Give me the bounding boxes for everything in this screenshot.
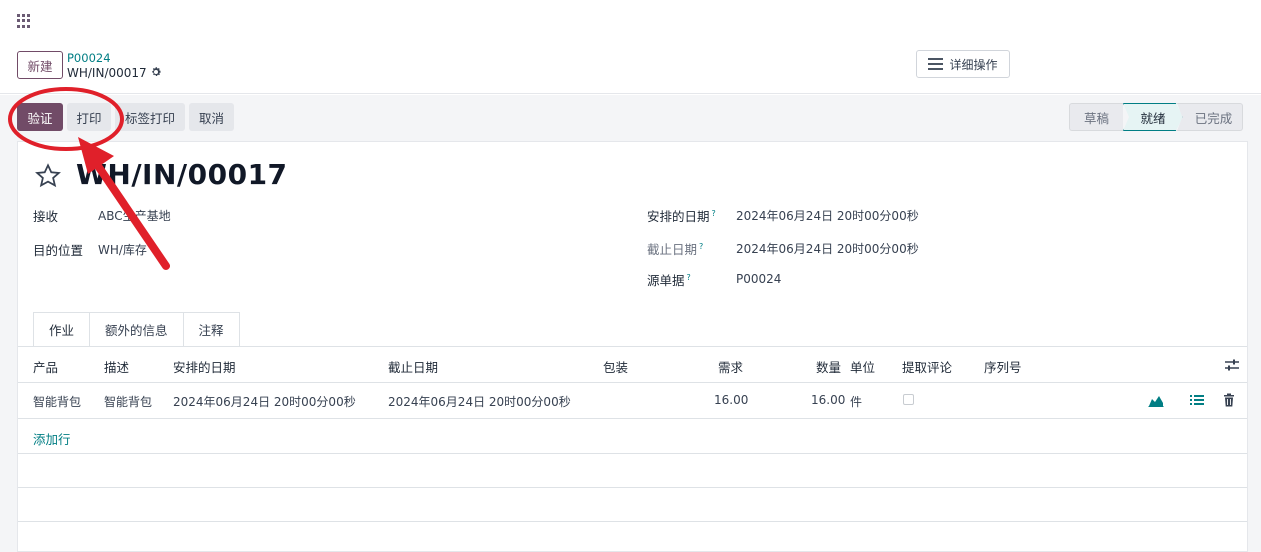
tab-divider [18,346,1247,347]
apps-grid-icon[interactable] [17,14,31,28]
field-label-scheduled-date: 安排的日期? [647,206,716,225]
status-bar: 验证 打印 标签打印 取消 草稿 就绪 已完成 [0,95,1261,139]
cell-scheduled[interactable]: 2024年06月24日 20时00分00秒 [173,393,356,410]
field-label-source-doc: 源单据? [647,270,691,289]
help-icon[interactable]: ? [687,273,691,282]
header-divider [18,382,1247,383]
field-label-deadline: 截止日期? [647,239,703,258]
control-panel: 新建 P00024 WH/IN/00017 详细操作 [0,42,1261,94]
deadline-label: 截止日期 [647,242,698,257]
col-header-demand[interactable]: 需求 [718,357,743,376]
stage-pipeline: 草稿 就绪 已完成 [1069,103,1243,131]
add-line-link[interactable]: 添加行 [33,429,71,448]
row-divider [18,487,1247,488]
col-header-product[interactable]: 产品 [33,357,58,376]
gear-icon[interactable] [150,66,162,78]
forecast-chart-icon[interactable] [1148,393,1164,407]
star-icon[interactable] [34,162,62,190]
field-value-scheduled-date[interactable]: 2024年06月24日 20时00分00秒 [736,207,919,224]
stage-draft[interactable]: 草稿 [1069,103,1123,131]
actions-button[interactable]: 详细操作 [916,50,1010,78]
field-value-source-doc[interactable]: P00024 [736,272,781,286]
row-divider [18,418,1247,419]
stage-done[interactable]: 已完成 [1177,103,1243,131]
cell-description[interactable]: 智能背包 [104,393,152,410]
field-value-deadline[interactable]: 2024年06月24日 20时00分00秒 [736,240,919,257]
col-header-packaging[interactable]: 包装 [603,357,628,376]
field-label-partner: 接收 [33,209,59,224]
detailed-operations-icon[interactable] [1189,393,1205,407]
row-divider [18,453,1247,454]
notebook-tabs: 作业 额外的信息 注释 [33,312,240,346]
col-header-uom[interactable]: 单位 [850,357,875,376]
col-header-deadline[interactable]: 截止日期 [388,357,438,376]
actions-button-label: 详细操作 [949,57,998,72]
col-header-serial[interactable]: 序列号 [984,357,1022,376]
label-print-button[interactable]: 标签打印 [115,103,185,131]
cancel-button[interactable]: 取消 [189,103,234,131]
breadcrumb-parent[interactable]: P00024 [67,51,111,65]
picked-comment-checkbox[interactable] [903,394,914,405]
cell-quantity[interactable]: 16.00 [811,393,845,407]
cell-deadline[interactable]: 2024年06月24日 20时00分00秒 [388,393,571,410]
col-header-description[interactable]: 描述 [104,357,129,376]
col-header-picked-comment[interactable]: 提取评论 [902,357,952,376]
field-value-partner[interactable]: ABC生产基地 [98,207,171,224]
tab-notes[interactable]: 注释 [182,312,240,346]
source-doc-label: 源单据 [647,273,685,288]
help-icon[interactable]: ? [699,242,703,251]
page-title: WH/IN/00017 [76,158,288,191]
top-navbar [0,0,1261,42]
validate-button[interactable]: 验证 [17,103,63,131]
tab-extra-info[interactable]: 额外的信息 [89,312,184,346]
breadcrumb-current: WH/IN/00017 [67,66,147,80]
col-header-scheduled[interactable]: 安排的日期 [173,357,236,376]
cell-demand[interactable]: 16.00 [714,393,748,407]
column-settings-icon[interactable] [1224,358,1240,372]
tab-operations[interactable]: 作业 [33,312,91,346]
form-sheet: WH/IN/00017 接收 ABC生产基地 目的位置 WH/库存 安排的日期?… [17,141,1248,552]
help-icon[interactable]: ? [712,209,716,218]
field-value-destination[interactable]: WH/库存 [98,241,147,258]
print-button[interactable]: 打印 [67,103,111,131]
cell-uom[interactable]: 件 [850,393,862,410]
hamburger-icon [928,58,944,70]
new-button[interactable]: 新建 [17,51,63,79]
stage-ready[interactable]: 就绪 [1123,103,1183,131]
cell-product[interactable]: 智能背包 [33,393,81,410]
field-label-destination: 目的位置 [33,243,84,258]
row-divider [18,521,1247,522]
col-header-quantity[interactable]: 数量 [816,357,841,376]
scheduled-date-label: 安排的日期 [647,209,710,224]
trash-icon[interactable] [1221,393,1237,407]
